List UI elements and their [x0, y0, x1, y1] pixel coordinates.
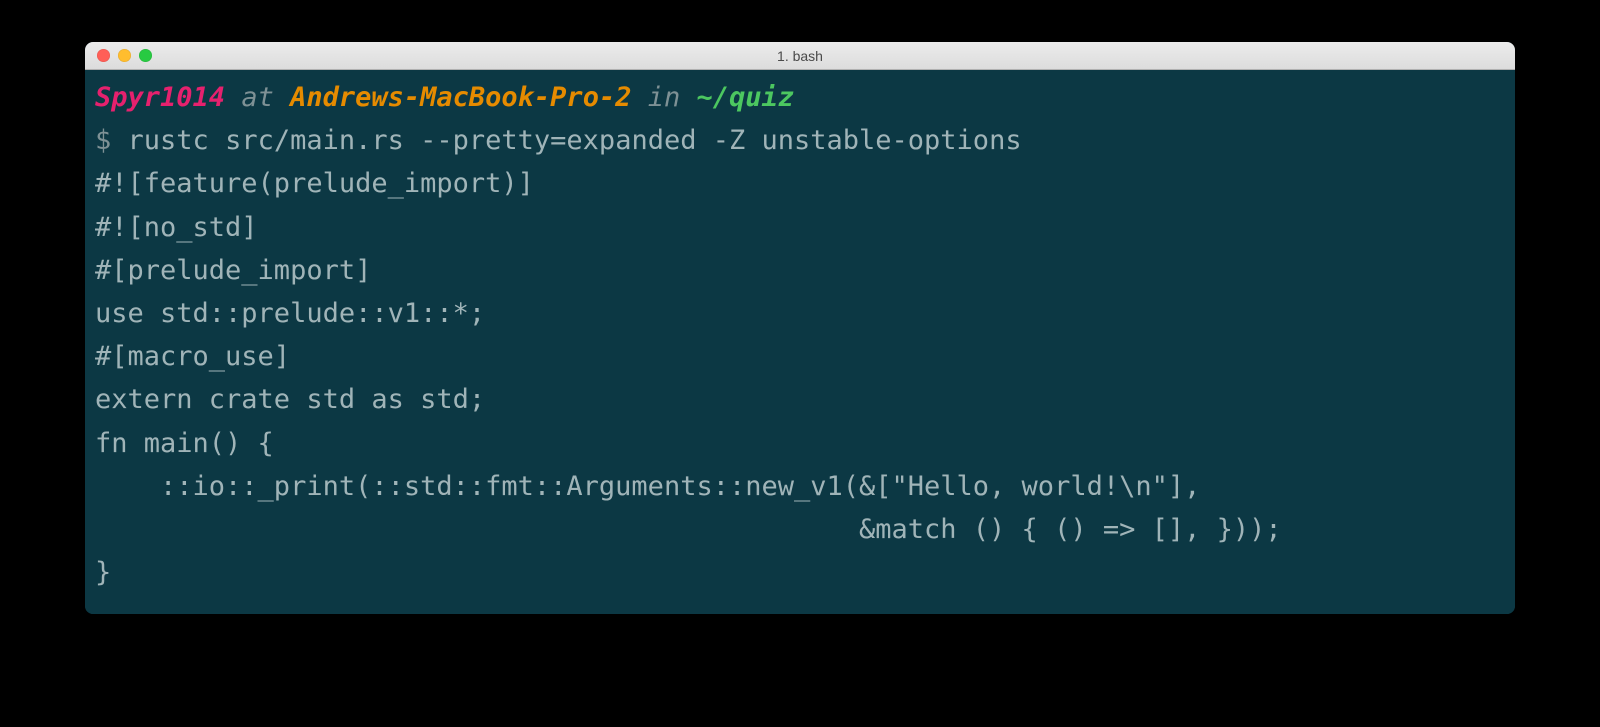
maximize-icon[interactable] [139, 49, 152, 62]
terminal-body[interactable]: Spyr1014 at Andrews-MacBook-Pro-2 in ~/q… [85, 70, 1515, 614]
window-title: 1. bash [85, 48, 1515, 64]
prompt-host: Andrews-MacBook-Pro-2 [290, 82, 631, 113]
output-line: #![feature(prelude_import)] [95, 168, 534, 199]
prompt-in: in [648, 82, 681, 113]
output-line: ::io::_print(::std::fmt::Arguments::new_… [95, 471, 1200, 502]
output-line: extern crate std as std; [95, 384, 485, 415]
output-line: &match () { () => [], })); [95, 514, 1282, 545]
prompt-at: at [241, 82, 274, 113]
output-line: fn main() { [95, 428, 274, 459]
output-line: #![no_std] [95, 212, 258, 243]
output-line: #[prelude_import] [95, 255, 371, 286]
prompt-symbol: $ [95, 125, 111, 156]
traffic-lights [85, 49, 152, 62]
terminal-window: 1. bash Spyr1014 at Andrews-MacBook-Pro-… [85, 42, 1515, 614]
output-line: } [95, 557, 111, 588]
minimize-icon[interactable] [118, 49, 131, 62]
output-line: #[macro_use] [95, 341, 290, 372]
command-text: rustc src/main.rs --pretty=expanded -Z u… [128, 125, 1022, 156]
prompt-path: ~/quiz [697, 82, 795, 113]
output-line: use std::prelude::v1::*; [95, 298, 485, 329]
prompt-user: Spyr1014 [95, 82, 225, 113]
titlebar[interactable]: 1. bash [85, 42, 1515, 70]
close-icon[interactable] [97, 49, 110, 62]
